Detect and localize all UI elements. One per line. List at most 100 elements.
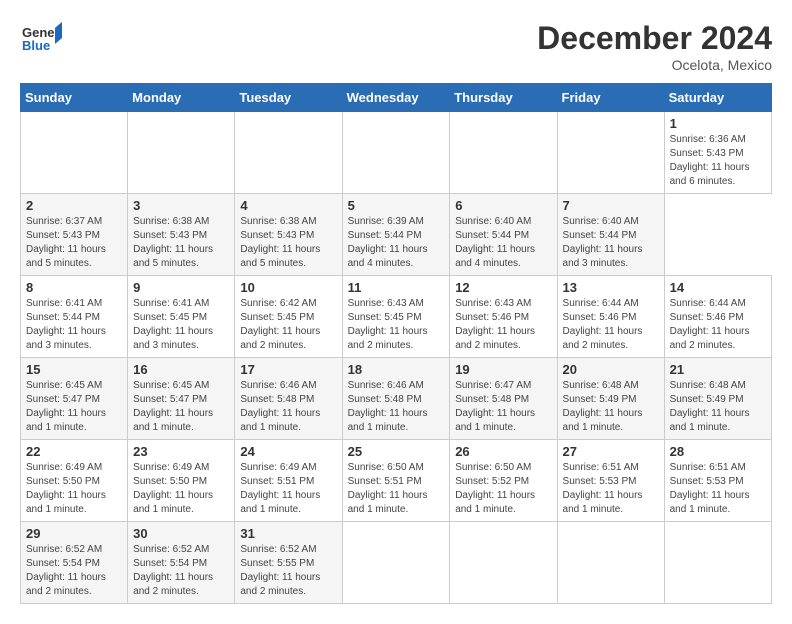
calendar-cell: 13 Sunrise: 6:44 AMSunset: 5:46 PMDayligh… bbox=[557, 276, 664, 358]
calendar-table: SundayMondayTuesdayWednesdayThursdayFrid… bbox=[20, 83, 772, 604]
page-header: General Blue December 2024 Ocelota, Mexi… bbox=[20, 20, 772, 73]
day-info: Sunrise: 6:41 AMSunset: 5:45 PMDaylight:… bbox=[133, 297, 229, 353]
calendar-week-row: 1Sunrise: 6:36 AMSunset: 5:43 PMDaylight… bbox=[21, 112, 772, 194]
day-info: Sunrise: 6:45 AMSunset: 5:47 PMDaylight:… bbox=[26, 379, 122, 435]
day-info: Sunrise: 6:46 AMSunset: 5:48 PMDaylight:… bbox=[240, 379, 336, 435]
day-info: Sunrise: 6:52 AMSunset: 5:54 PMDaylight:… bbox=[26, 543, 122, 599]
day-number: 23 bbox=[133, 444, 229, 459]
day-number: 8 bbox=[26, 280, 122, 295]
day-info: Sunrise: 6:43 AMSunset: 5:46 PMDaylight:… bbox=[455, 297, 551, 353]
calendar-header-sunday: Sunday bbox=[21, 84, 128, 112]
calendar-week-row: 29 Sunrise: 6:52 AMSunset: 5:54 PMDayligh… bbox=[21, 522, 772, 604]
calendar-cell: 26 Sunrise: 6:50 AMSunset: 5:52 PMDayligh… bbox=[450, 440, 557, 522]
day-info: Sunrise: 6:48 AMSunset: 5:49 PMDaylight:… bbox=[563, 379, 659, 435]
calendar-header-saturday: Saturday bbox=[664, 84, 771, 112]
calendar-cell: 1Sunrise: 6:36 AMSunset: 5:43 PMDaylight… bbox=[664, 112, 771, 194]
calendar-header-wednesday: Wednesday bbox=[342, 84, 450, 112]
calendar-cell: 3Sunrise: 6:38 AMSunset: 5:43 PMDaylight… bbox=[128, 194, 235, 276]
day-info: Sunrise: 6:39 AMSunset: 5:44 PMDaylight:… bbox=[348, 215, 445, 271]
day-number: 24 bbox=[240, 444, 336, 459]
calendar-cell bbox=[235, 112, 342, 194]
calendar-cell: 31 Sunrise: 6:52 AMSunset: 5:55 PMDayligh… bbox=[235, 522, 342, 604]
calendar-week-row: 8 Sunrise: 6:41 AMSunset: 5:44 PMDaylight… bbox=[21, 276, 772, 358]
calendar-cell: 22Sunrise: 6:49 AMSunset: 5:50 PMDayligh… bbox=[21, 440, 128, 522]
day-info: Sunrise: 6:40 AMSunset: 5:44 PMDaylight:… bbox=[455, 215, 551, 271]
calendar-cell: 7 Sunrise: 6:40 AMSunset: 5:44 PMDaylight… bbox=[557, 194, 664, 276]
calendar-cell bbox=[342, 112, 450, 194]
calendar-cell: 19Sunrise: 6:47 AMSunset: 5:48 PMDayligh… bbox=[450, 358, 557, 440]
calendar-header-thursday: Thursday bbox=[450, 84, 557, 112]
day-number: 11 bbox=[348, 280, 445, 295]
calendar-cell: 21Sunrise: 6:48 AMSunset: 5:49 PMDayligh… bbox=[664, 358, 771, 440]
calendar-cell: 20 Sunrise: 6:48 AMSunset: 5:49 PMDayligh… bbox=[557, 358, 664, 440]
day-number: 15 bbox=[26, 362, 122, 377]
calendar-cell bbox=[557, 522, 664, 604]
day-number: 7 bbox=[563, 198, 659, 213]
calendar-cell: 18Sunrise: 6:46 AMSunset: 5:48 PMDayligh… bbox=[342, 358, 450, 440]
title-area: December 2024 Ocelota, Mexico bbox=[537, 20, 772, 73]
calendar-cell: 10 Sunrise: 6:42 AMSunset: 5:45 PMDayligh… bbox=[235, 276, 342, 358]
day-number: 27 bbox=[563, 444, 659, 459]
day-number: 9 bbox=[133, 280, 229, 295]
day-number: 29 bbox=[26, 526, 122, 541]
day-info: Sunrise: 6:50 AMSunset: 5:52 PMDaylight:… bbox=[455, 461, 551, 517]
day-number: 4 bbox=[240, 198, 336, 213]
calendar-cell: 28Sunrise: 6:51 AMSunset: 5:53 PMDayligh… bbox=[664, 440, 771, 522]
calendar-cell bbox=[557, 112, 664, 194]
calendar-cell: 25Sunrise: 6:50 AMSunset: 5:51 PMDayligh… bbox=[342, 440, 450, 522]
day-info: Sunrise: 6:36 AMSunset: 5:43 PMDaylight:… bbox=[670, 133, 766, 189]
day-number: 31 bbox=[240, 526, 336, 541]
day-number: 30 bbox=[133, 526, 229, 541]
day-info: Sunrise: 6:47 AMSunset: 5:48 PMDaylight:… bbox=[455, 379, 551, 435]
month-title: December 2024 bbox=[537, 20, 772, 57]
calendar-cell bbox=[128, 112, 235, 194]
calendar-week-row: 22Sunrise: 6:49 AMSunset: 5:50 PMDayligh… bbox=[21, 440, 772, 522]
calendar-cell: 27 Sunrise: 6:51 AMSunset: 5:53 PMDayligh… bbox=[557, 440, 664, 522]
day-info: Sunrise: 6:38 AMSunset: 5:43 PMDaylight:… bbox=[240, 215, 336, 271]
day-number: 26 bbox=[455, 444, 551, 459]
calendar-cell: 4 Sunrise: 6:38 AMSunset: 5:43 PMDaylight… bbox=[235, 194, 342, 276]
day-number: 18 bbox=[348, 362, 445, 377]
calendar-cell: 9 Sunrise: 6:41 AMSunset: 5:45 PMDaylight… bbox=[128, 276, 235, 358]
day-info: Sunrise: 6:45 AMSunset: 5:47 PMDaylight:… bbox=[133, 379, 229, 435]
calendar-week-row: 2Sunrise: 6:37 AMSunset: 5:43 PMDaylight… bbox=[21, 194, 772, 276]
calendar-cell bbox=[342, 522, 450, 604]
calendar-header-tuesday: Tuesday bbox=[235, 84, 342, 112]
day-number: 5 bbox=[348, 198, 445, 213]
calendar-cell: 24 Sunrise: 6:49 AMSunset: 5:51 PMDayligh… bbox=[235, 440, 342, 522]
day-info: Sunrise: 6:37 AMSunset: 5:43 PMDaylight:… bbox=[26, 215, 122, 271]
calendar-cell bbox=[21, 112, 128, 194]
day-number: 16 bbox=[133, 362, 229, 377]
calendar-header-row: SundayMondayTuesdayWednesdayThursdayFrid… bbox=[21, 84, 772, 112]
day-number: 14 bbox=[670, 280, 766, 295]
day-number: 20 bbox=[563, 362, 659, 377]
day-info: Sunrise: 6:49 AMSunset: 5:51 PMDaylight:… bbox=[240, 461, 336, 517]
day-info: Sunrise: 6:40 AMSunset: 5:44 PMDaylight:… bbox=[563, 215, 659, 271]
calendar-cell: 8 Sunrise: 6:41 AMSunset: 5:44 PMDaylight… bbox=[21, 276, 128, 358]
day-number: 13 bbox=[563, 280, 659, 295]
day-info: Sunrise: 6:42 AMSunset: 5:45 PMDaylight:… bbox=[240, 297, 336, 353]
calendar-cell: 14 Sunrise: 6:44 AMSunset: 5:46 PMDayligh… bbox=[664, 276, 771, 358]
day-info: Sunrise: 6:41 AMSunset: 5:44 PMDaylight:… bbox=[26, 297, 122, 353]
calendar-cell: 6 Sunrise: 6:40 AMSunset: 5:44 PMDaylight… bbox=[450, 194, 557, 276]
logo: General Blue bbox=[20, 20, 62, 62]
calendar-header-friday: Friday bbox=[557, 84, 664, 112]
calendar-header-monday: Monday bbox=[128, 84, 235, 112]
day-info: Sunrise: 6:43 AMSunset: 5:45 PMDaylight:… bbox=[348, 297, 445, 353]
day-number: 3 bbox=[133, 198, 229, 213]
day-info: Sunrise: 6:52 AMSunset: 5:55 PMDaylight:… bbox=[240, 543, 336, 599]
day-number: 10 bbox=[240, 280, 336, 295]
day-number: 17 bbox=[240, 362, 336, 377]
day-number: 6 bbox=[455, 198, 551, 213]
day-number: 22 bbox=[26, 444, 122, 459]
logo-icon: General Blue bbox=[20, 20, 62, 62]
calendar-cell: 16 Sunrise: 6:45 AMSunset: 5:47 PMDayligh… bbox=[128, 358, 235, 440]
day-number: 12 bbox=[455, 280, 551, 295]
day-info: Sunrise: 6:44 AMSunset: 5:46 PMDaylight:… bbox=[563, 297, 659, 353]
day-info: Sunrise: 6:44 AMSunset: 5:46 PMDaylight:… bbox=[670, 297, 766, 353]
location: Ocelota, Mexico bbox=[537, 57, 772, 73]
calendar-cell: 30Sunrise: 6:52 AMSunset: 5:54 PMDayligh… bbox=[128, 522, 235, 604]
svg-text:Blue: Blue bbox=[22, 38, 50, 53]
day-info: Sunrise: 6:51 AMSunset: 5:53 PMDaylight:… bbox=[563, 461, 659, 517]
calendar-cell bbox=[450, 522, 557, 604]
